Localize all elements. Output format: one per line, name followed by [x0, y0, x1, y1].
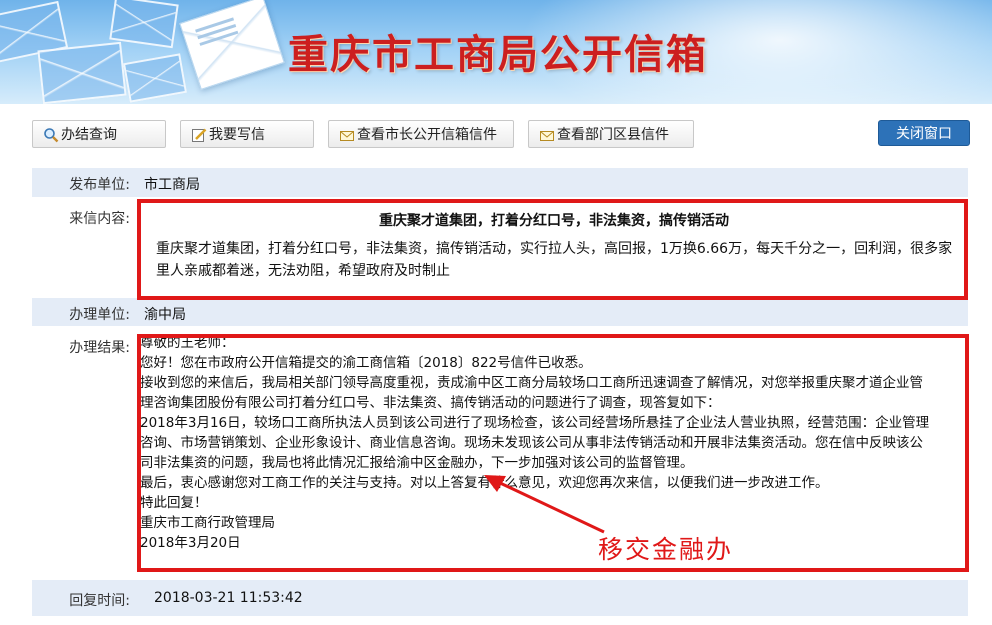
- handler-row: 办理单位: 渝中局: [32, 298, 968, 326]
- edit-icon: [192, 128, 207, 142]
- reply-time-value: 2018-03-21 11:53:42: [154, 590, 303, 606]
- query-button-label: 办结查询: [61, 127, 117, 143]
- mayor-mailbox-button[interactable]: 查看市长公开信箱信件: [328, 120, 514, 148]
- reply-time-label: 回复时间:: [69, 593, 130, 609]
- mayor-mailbox-label: 查看市长公开信箱信件: [357, 127, 497, 143]
- header-banner: 重庆市工商局公开信箱: [0, 0, 992, 104]
- handler-value: 渝中局: [144, 307, 186, 323]
- district-letters-button[interactable]: 查看部门区县信件: [528, 120, 694, 148]
- page-title: 重庆市工商局公开信箱: [288, 32, 708, 78]
- close-window-button[interactable]: 关闭窗口: [878, 120, 970, 146]
- letter-envelope-icon: [179, 0, 285, 90]
- mail-icon: [540, 131, 554, 141]
- publisher-value: 市工商局: [144, 177, 200, 193]
- reply-time-row: 回复时间: 2018-03-21 11:53:42: [32, 580, 968, 616]
- publisher-label: 发布单位:: [69, 177, 130, 193]
- highlight-box-letter: [137, 199, 968, 300]
- toolbar: 办结查询 我要写信 查看市长公开信箱信件 查看部门区县信件: [0, 104, 992, 160]
- query-button[interactable]: 办结查询: [32, 120, 166, 148]
- result-label: 办理结果:: [69, 340, 130, 356]
- mail-icon: [340, 131, 354, 141]
- write-letter-button[interactable]: 我要写信: [180, 120, 314, 148]
- envelope-icon: [37, 41, 127, 104]
- district-letters-label: 查看部门区县信件: [557, 127, 669, 143]
- publisher-row: 发布单位: 市工商局: [32, 168, 968, 197]
- annotation-arrow: [484, 475, 605, 534]
- annotation-text: 移交金融办: [598, 535, 734, 564]
- letter-content-label: 来信内容:: [69, 211, 130, 227]
- search-icon: [44, 128, 59, 143]
- envelope-icon: [122, 53, 188, 103]
- handler-label: 办理单位:: [69, 307, 130, 323]
- write-letter-label: 我要写信: [209, 127, 265, 143]
